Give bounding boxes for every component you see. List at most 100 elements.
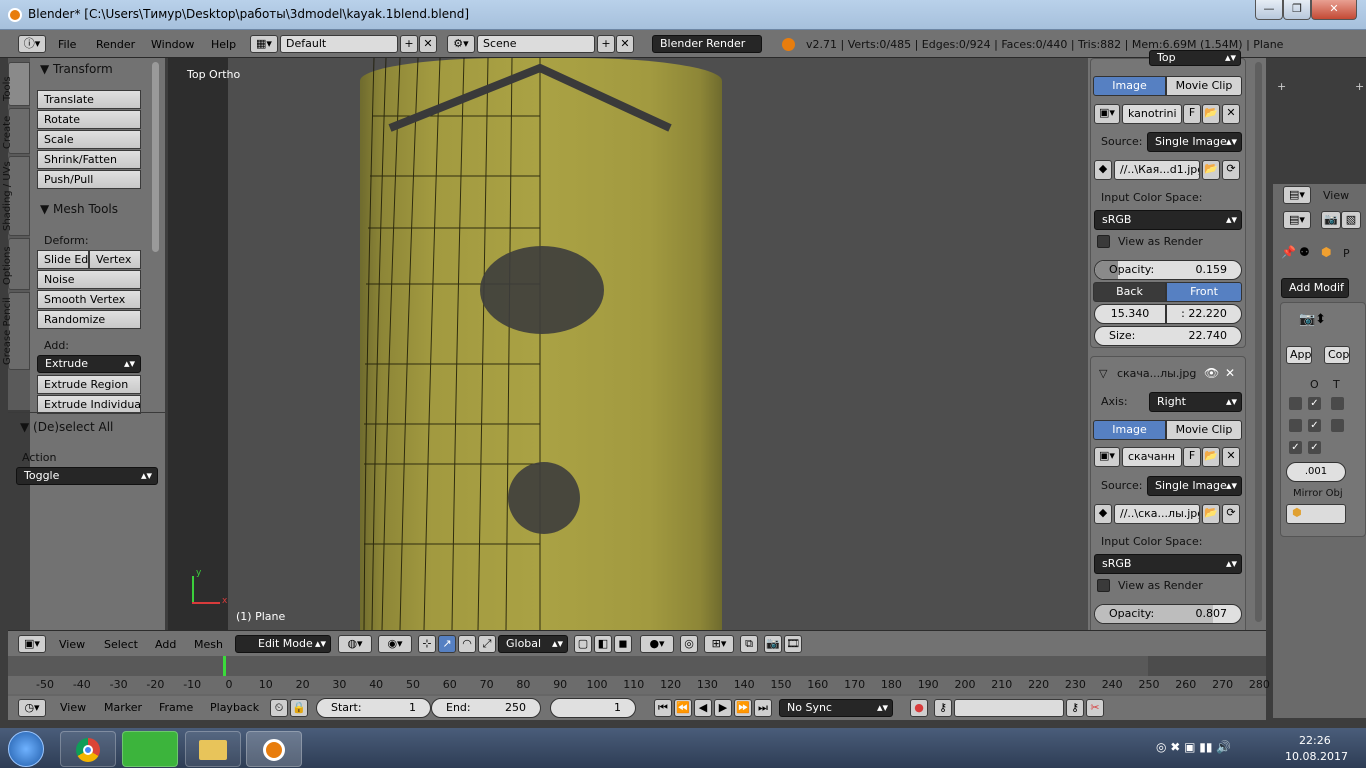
maximize-button[interactable]: ❐	[1283, 0, 1311, 20]
outliner-plus-icon-2[interactable]: +	[1355, 80, 1364, 93]
edge-select-icon[interactable]: ◧	[594, 635, 612, 653]
menu-file[interactable]: File	[58, 38, 76, 51]
play-reverse-icon[interactable]: ◀	[694, 699, 712, 717]
add-layout-button[interactable]: +	[400, 35, 418, 53]
delete-keyframe-icon[interactable]: ✂	[1086, 699, 1104, 717]
start-button-icon[interactable]	[8, 731, 44, 767]
bg2-filepath-field[interactable]: //..\ска...лы.jpg	[1114, 504, 1200, 524]
timeline-editor-type-icon[interactable]: ◷▾	[18, 699, 46, 717]
preview-range-icon[interactable]: ⏲	[270, 699, 288, 717]
bg2-browse-file-icon[interactable]: 📂	[1202, 504, 1220, 524]
vertex-select-icon[interactable]: ▢	[574, 635, 592, 653]
bg2-view-as-render-checkbox[interactable]	[1097, 579, 1110, 592]
translate-manipulator-icon[interactable]: ↗	[438, 635, 456, 653]
bg1-source-select[interactable]: Single Image ▴▾	[1147, 132, 1242, 152]
bg2-image-name-field[interactable]: скачанн	[1122, 447, 1182, 467]
copy-render-icon[interactable]: ⧉	[740, 635, 758, 653]
bg1-front-button[interactable]: Front	[1166, 282, 1242, 302]
clock-time[interactable]: 22:26	[1299, 734, 1331, 747]
bg1-unlink-button[interactable]: ✕	[1222, 104, 1240, 124]
bg1-view-as-render-checkbox[interactable]	[1097, 235, 1110, 248]
snap-icon[interactable]: ⊞▾	[704, 635, 734, 653]
npanel-scrollbar[interactable]	[1255, 62, 1262, 622]
bg1-reload-icon[interactable]: ⟳	[1222, 160, 1240, 180]
viewport-menu-mesh[interactable]: Mesh	[194, 638, 223, 651]
scene-icon[interactable]: ⚙▾	[447, 35, 475, 53]
rotate-manipulator-icon[interactable]: ◠	[458, 635, 476, 653]
timeline-menu-playback[interactable]: Playback	[210, 701, 259, 714]
tool-shelf-scrollbar[interactable]	[152, 62, 159, 252]
bg1-image-browse-icon[interactable]: ▣▾	[1094, 104, 1120, 124]
bg2-visibility-icon[interactable]: 👁	[1204, 366, 1219, 380]
end-frame-field[interactable]: End: 250	[431, 698, 541, 718]
bg1-x-field[interactable]: 15.340	[1094, 304, 1166, 324]
bg2-remove-icon[interactable]: ✕	[1225, 366, 1235, 380]
tab-shading-uvs[interactable]: Shading / UVs	[2, 156, 30, 236]
timeline-menu-view[interactable]: View	[60, 701, 86, 714]
bg1-axis-select[interactable]: Top ▴▾	[1149, 50, 1241, 66]
kayak-mesh[interactable]	[360, 58, 722, 630]
close-button[interactable]: ✕	[1311, 0, 1357, 20]
clock-date[interactable]: 10.08.2017	[1285, 750, 1348, 763]
menu-render[interactable]: Render	[96, 38, 135, 51]
render-animation-icon[interactable]: 🎞	[784, 635, 802, 653]
pivot-point-icon[interactable]: ◉▾	[378, 635, 412, 653]
tab-grease-pencil[interactable]: Grease Pencil	[2, 292, 30, 370]
render-context-icon[interactable]: 📷	[1321, 211, 1341, 229]
remove-layout-button[interactable]: ✕	[419, 35, 437, 53]
3d-viewport[interactable]: Top Ortho (1) Plane y x	[168, 58, 1088, 630]
manipulator-icon[interactable]: ⊹	[418, 635, 436, 653]
viewport-shading-icon[interactable]: ◍▾	[338, 635, 372, 653]
tab-create[interactable]: Create	[2, 108, 30, 154]
scene-icon-small[interactable]: ⚉	[1299, 245, 1310, 259]
extrude-region-button[interactable]: Extrude Region	[37, 375, 141, 394]
menu-window[interactable]: Window	[151, 38, 194, 51]
mesh-tools-panel-header[interactable]: ▼ Mesh Tools	[40, 202, 118, 216]
copy-button[interactable]: Cop	[1324, 346, 1350, 364]
add-scene-button[interactable]: +	[597, 35, 615, 53]
lock-range-icon[interactable]: 🔒	[290, 699, 308, 717]
bg2-unlink-button[interactable]: ✕	[1222, 447, 1240, 467]
chrome-taskbar-icon[interactable]	[60, 731, 116, 767]
scale-manipulator-icon[interactable]: ⤢	[478, 635, 496, 653]
render-camera-icon[interactable]: 📷	[764, 635, 782, 653]
bg2-axis-select[interactable]: Right ▴▾	[1149, 392, 1242, 412]
bg2-header[interactable]: ▽ скача...лы.jpg	[1099, 367, 1196, 380]
modifier-icons[interactable]: 📷⬍	[1299, 312, 1326, 327]
tab-options[interactable]: Options	[2, 238, 30, 290]
info-editor-type-icon[interactable]: ⓘ▾	[18, 35, 46, 53]
bg2-opacity-slider[interactable]: Opacity: 0.807	[1094, 604, 1242, 624]
timeline-area[interactable]: -50 -40 -30 -20 -10 0 10 20 30 40 50 60 70 80 90 100 110…	[8, 656, 1270, 696]
bg1-image-name-field[interactable]: kanotrini	[1122, 104, 1182, 124]
mode-select[interactable]: Edit Mode ▴▾	[235, 635, 331, 653]
translate-button[interactable]: Translate	[37, 90, 141, 109]
start-frame-field[interactable]: Start: 1	[316, 698, 431, 718]
timeline-menu-marker[interactable]: Marker	[104, 701, 142, 714]
transform-orientation-select[interactable]: Global ▴▾	[498, 635, 568, 653]
view-menu[interactable]: View	[1323, 189, 1349, 202]
rotate-button[interactable]: Rotate	[37, 110, 141, 129]
render-engine-select[interactable]: Blender Render	[652, 35, 762, 53]
outliner-plus-icon[interactable]: +	[1277, 80, 1286, 93]
extrude-menu[interactable]: Extrude ▴▾	[37, 355, 141, 373]
apply-button[interactable]: App	[1286, 346, 1312, 364]
jump-end-icon[interactable]: ⏭	[754, 699, 772, 717]
add-modifier-select[interactable]: Add Modif	[1281, 278, 1349, 298]
blender-taskbar-icon[interactable]	[246, 731, 302, 767]
viewport-menu-view[interactable]: View	[59, 638, 85, 651]
object-cube-icon[interactable]: ⬢	[1321, 245, 1331, 259]
randomize-button[interactable]: Randomize	[37, 310, 141, 329]
action-select[interactable]: Toggle ▴▾	[16, 467, 158, 485]
current-frame-marker[interactable]	[223, 656, 226, 676]
screen-layout-icon[interactable]: ▦▾	[250, 35, 278, 53]
properties-editor-type-icon[interactable]: ▤▾	[1283, 186, 1311, 204]
sync-mode-select[interactable]: No Sync ▴▾	[779, 699, 893, 717]
bg1-movie-clip-tab[interactable]: Movie Clip	[1166, 76, 1242, 96]
bg1-color-space-select[interactable]: sRGB ▴▾	[1094, 210, 1242, 230]
jump-start-icon[interactable]: ⏮	[654, 699, 672, 717]
bg1-filepath-field[interactable]: //..\Кая...d1.jpg	[1114, 160, 1200, 180]
tray-icons[interactable]: ◎ ✖ ▣ ▮▮ 🔊	[1156, 740, 1231, 754]
menu-help[interactable]: Help	[211, 38, 236, 51]
insert-keyframe-icon[interactable]: ⚷	[1066, 699, 1084, 717]
shrink-fatten-button[interactable]: Shrink/Fatten	[37, 150, 141, 169]
